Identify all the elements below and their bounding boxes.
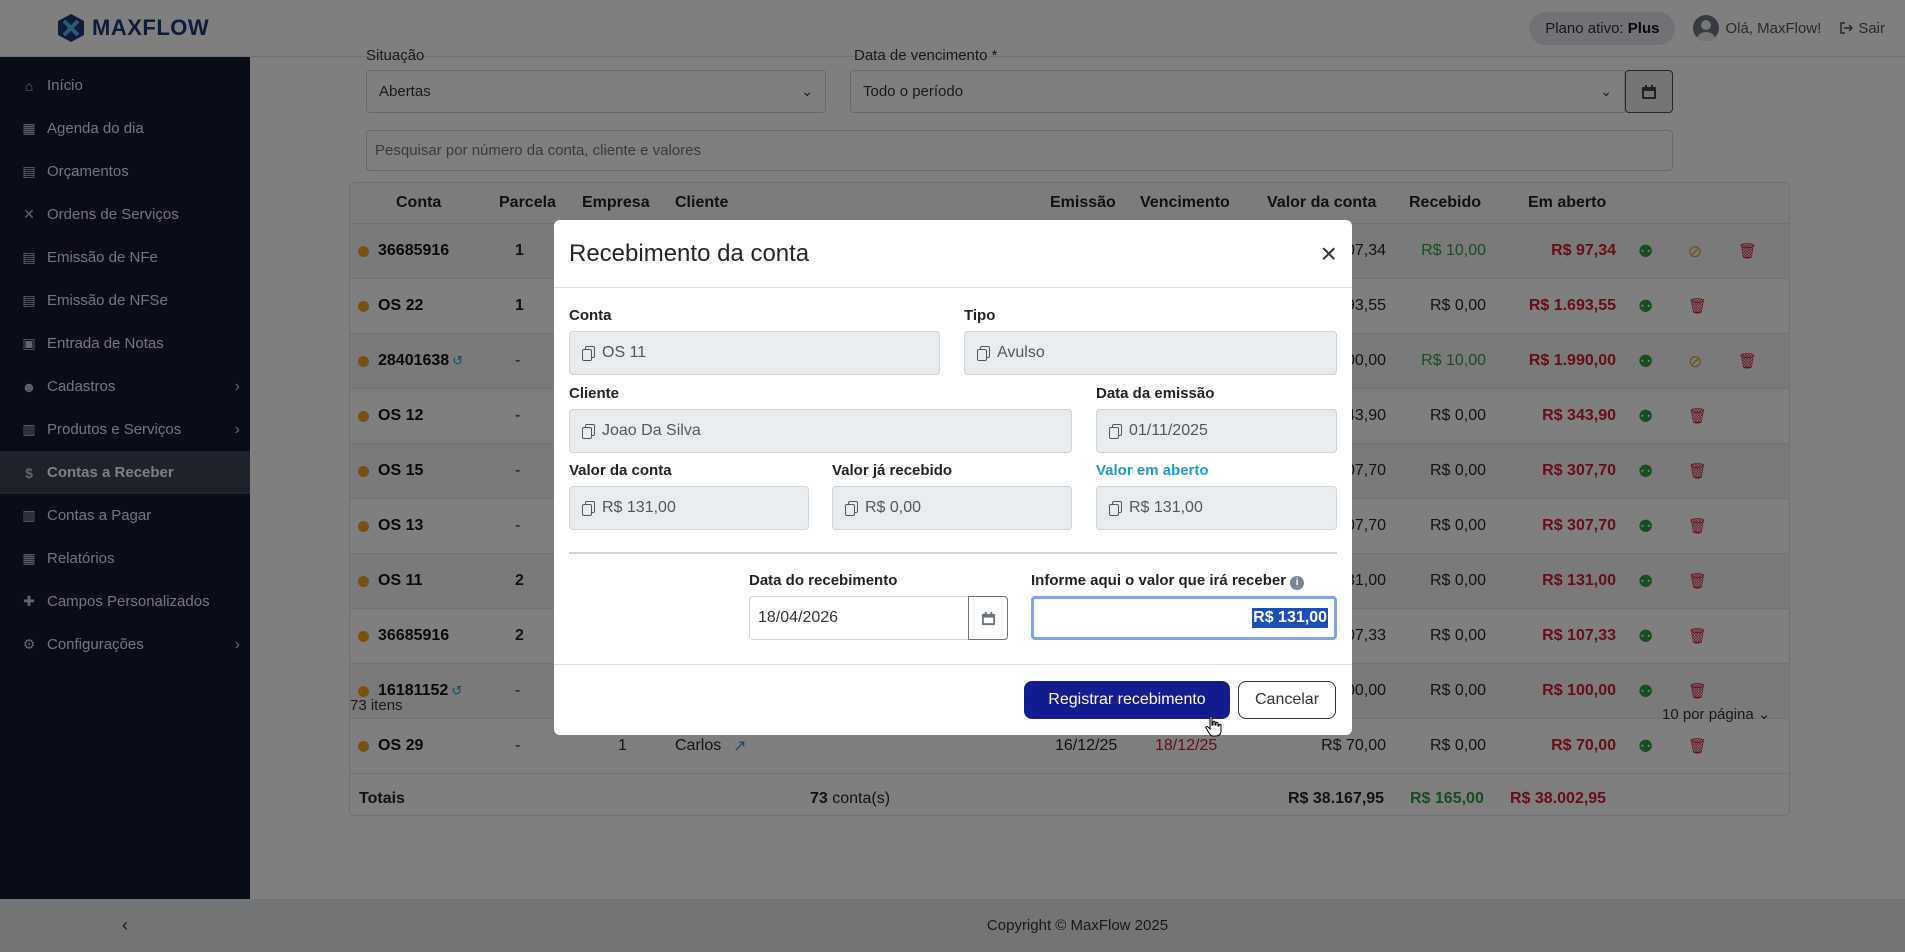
register-payment-button[interactable]: Registrar recebimento (1024, 681, 1230, 719)
valor-conta-field: R$ 131,00 (569, 486, 809, 530)
divider (569, 552, 1337, 554)
copy-icon[interactable] (1109, 501, 1122, 516)
modal-header: Recebimento da conta × (554, 220, 1352, 288)
cliente-field: Joao Da Silva (569, 409, 1072, 453)
conta-value: OS 11 (602, 344, 647, 361)
valor-receber-value: R$ 131,00 (1252, 608, 1328, 628)
cliente-label: Cliente (569, 385, 620, 402)
valor-receber-label: Informe aqui o valor que irá receber i (1031, 572, 1305, 590)
data-recebimento-input[interactable]: 18/04/2026 (749, 596, 969, 640)
cliente-value: Joao Da Silva (602, 422, 701, 439)
copy-icon[interactable] (582, 424, 595, 439)
valor-aberto-label: Valor em aberto (1096, 462, 1209, 479)
hand-cursor-icon (1205, 715, 1222, 737)
emissao-field: 01/11/2025 (1096, 409, 1337, 453)
emissao-label: Data da emissão (1096, 385, 1215, 402)
date-picker-button[interactable] (968, 596, 1008, 640)
modal-footer: Registrar recebimento Cancelar (554, 664, 1352, 735)
data-recebimento-value: 18/04/2026 (758, 609, 839, 626)
calendar-icon (981, 611, 995, 625)
tipo-label: Tipo (964, 307, 996, 324)
register-payment-label: Registrar recebimento (1048, 691, 1206, 708)
valor-recebido-field: R$ 0,00 (832, 486, 1072, 530)
tipo-value: Avulso (997, 344, 1045, 361)
cancel-label: Cancelar (1254, 691, 1320, 708)
copy-icon[interactable] (582, 501, 595, 516)
cancel-button[interactable]: Cancelar (1238, 681, 1336, 719)
valor-receber-label-text: Informe aqui o valor que irá receber (1031, 572, 1287, 589)
tipo-field: Avulso (964, 331, 1337, 375)
valor-receber-input[interactable]: R$ 131,00 (1031, 596, 1337, 640)
data-recebimento-label: Data do recebimento (749, 572, 898, 589)
valor-aberto-value: R$ 131,00 (1129, 499, 1203, 516)
info-icon[interactable]: i (1290, 575, 1305, 590)
copy-icon[interactable] (845, 501, 858, 516)
emissao-value: 01/11/2025 (1129, 422, 1208, 439)
copy-icon[interactable] (582, 346, 595, 361)
valor-conta-label: Valor da conta (569, 462, 672, 479)
copy-icon[interactable] (1109, 424, 1122, 439)
close-icon[interactable]: × (1321, 239, 1337, 268)
modal-title: Recebimento da conta (569, 239, 810, 267)
conta-label: Conta (569, 307, 612, 324)
valor-recebido-value: R$ 0,00 (865, 499, 922, 516)
valor-aberto-field: R$ 131,00 (1096, 486, 1337, 530)
copy-icon[interactable] (977, 346, 990, 361)
valor-recebido-label: Valor já recebido (832, 462, 953, 479)
conta-field: OS 11 (569, 331, 940, 375)
receive-payment-modal: Recebimento da conta × Conta OS 11 Tipo … (554, 220, 1352, 735)
valor-conta-value: R$ 131,00 (602, 499, 676, 516)
